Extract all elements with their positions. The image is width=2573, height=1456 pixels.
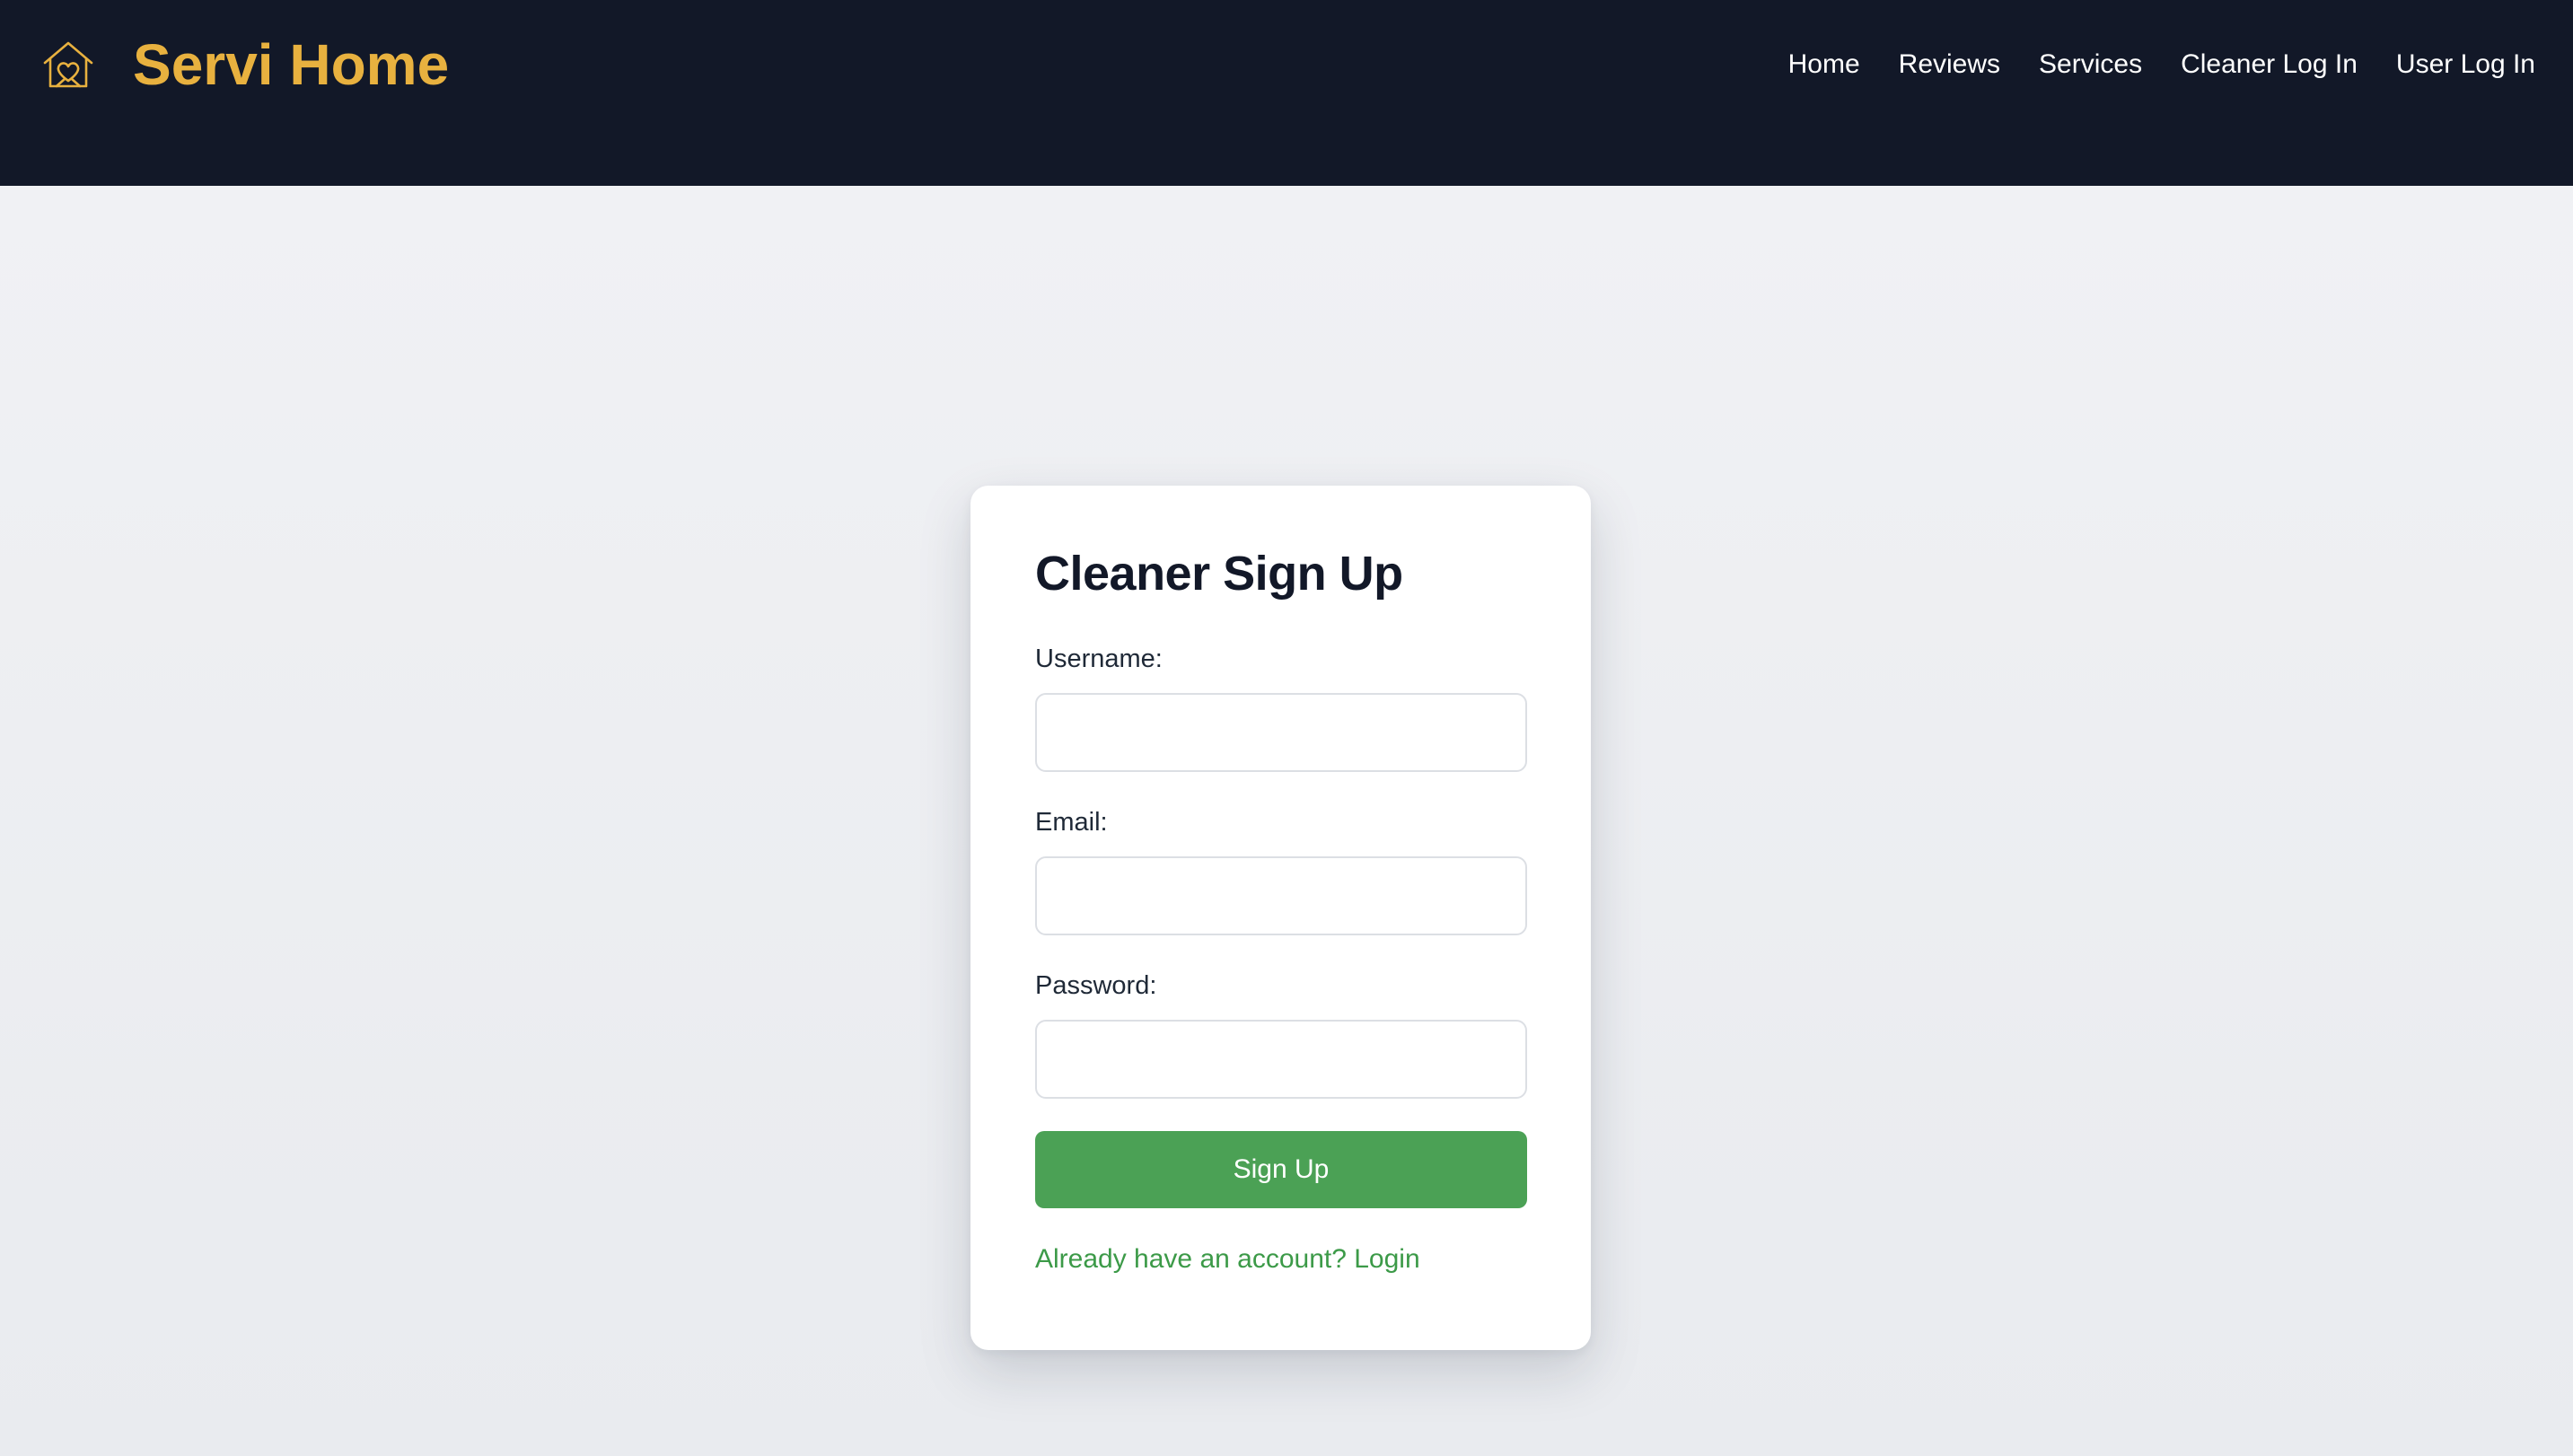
username-field-group: Username: — [1035, 643, 1527, 772]
email-label: Email: — [1035, 808, 1108, 837]
form-title: Cleaner Sign Up — [1035, 547, 1403, 601]
main-navigation: Home Reviews Services Cleaner Log In Use… — [1788, 47, 2535, 83]
email-field-group: Email: — [1035, 806, 1527, 935]
nav-link-reviews[interactable]: Reviews — [1899, 47, 2000, 83]
password-label: Password: — [1035, 971, 1157, 1000]
username-input[interactable] — [1035, 693, 1527, 772]
nav-link-home[interactable]: Home — [1788, 47, 1860, 83]
brand-name: Servi Home — [133, 32, 450, 97]
nav-link-user-login[interactable]: User Log In — [2396, 47, 2535, 83]
email-input[interactable] — [1035, 856, 1527, 935]
nav-link-cleaner-login[interactable]: Cleaner Log In — [2181, 47, 2358, 83]
nav-link-services[interactable]: Services — [2039, 47, 2142, 83]
signup-card: Cleaner Sign Up Username: Email: Passwor… — [970, 486, 1591, 1350]
house-heart-icon — [43, 41, 93, 88]
password-field-group: Password: — [1035, 969, 1527, 1099]
login-link-row: Already have an account? Login — [1035, 1242, 1526, 1276]
brand-home-link[interactable]: Servi Home — [40, 32, 449, 97]
username-label: Username: — [1035, 645, 1163, 673]
login-link[interactable]: Already have an account? Login — [1035, 1242, 1420, 1276]
sign-up-button[interactable]: Sign Up — [1035, 1131, 1527, 1208]
top-navbar: Servi Home Home Reviews Services Cleaner… — [0, 0, 2573, 186]
password-input[interactable] — [1035, 1020, 1527, 1099]
